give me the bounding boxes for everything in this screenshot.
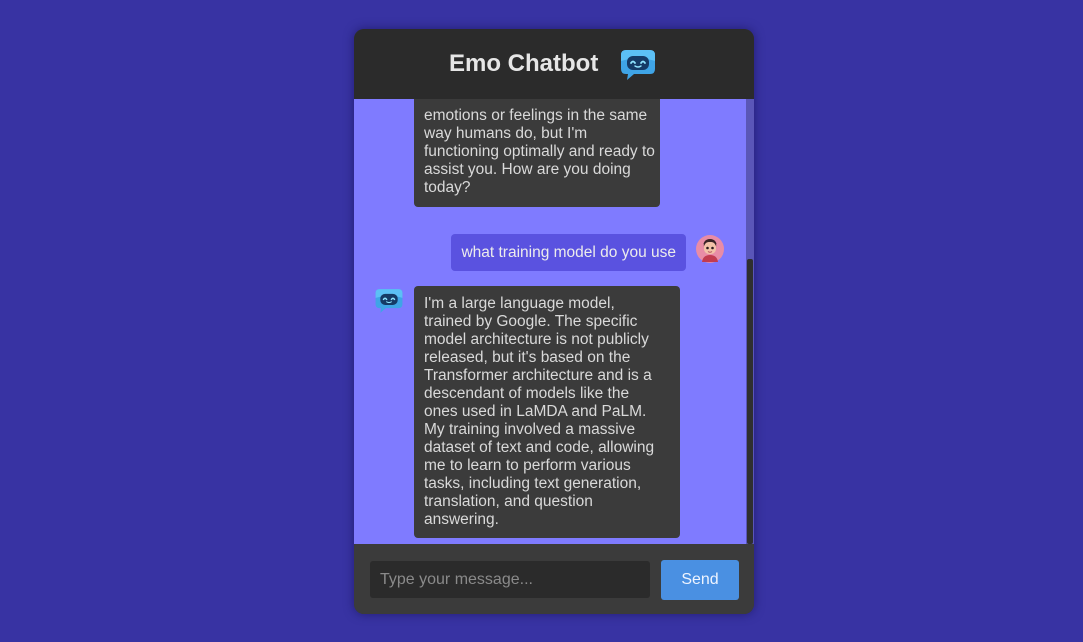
chat-header: Emo Chatbot <box>354 29 754 99</box>
user-avatar-icon <box>695 234 725 264</box>
scrollbar-thumb[interactable] <box>747 259 753 544</box>
message-input[interactable] <box>370 561 650 598</box>
scrollbar-track[interactable] <box>746 99 754 544</box>
bot-message: I'm a large language model, trained by G… <box>414 286 680 538</box>
bot-message-text: emotions or feelings in the same way hum… <box>424 107 655 196</box>
bot-message: emotions or feelings in the same way hum… <box>414 99 660 207</box>
chat-window: Emo Chatbot emotions or feelings in the … <box>354 29 754 614</box>
send-button[interactable]: Send <box>661 560 739 600</box>
chat-composer: Send <box>354 544 754 614</box>
chat-title: Emo Chatbot <box>449 50 599 77</box>
bot-avatar-icon <box>374 286 404 316</box>
robot-chat-icon <box>619 47 657 83</box>
user-message: what training model do you use <box>451 234 686 271</box>
chat-messages[interactable]: emotions or feelings in the same way hum… <box>354 99 754 544</box>
